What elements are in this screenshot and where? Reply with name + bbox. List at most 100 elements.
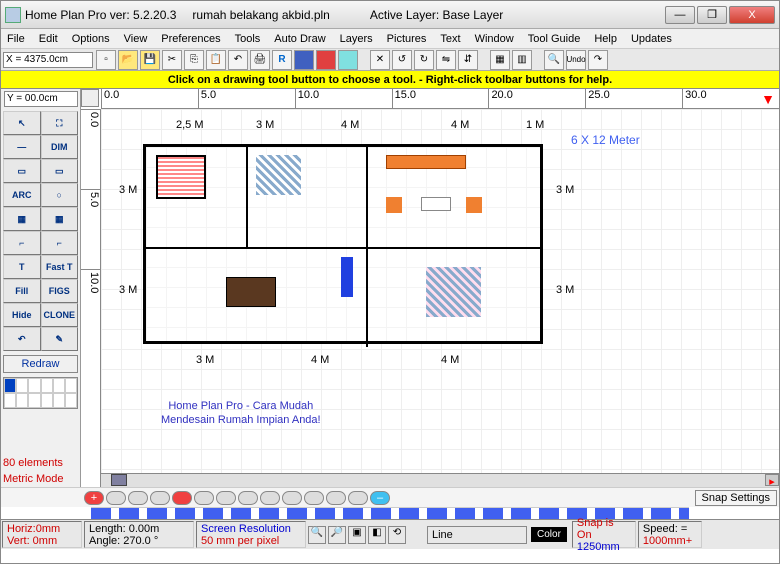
- zoom-out-icon[interactable]: 🔎: [328, 526, 346, 544]
- tool-figs[interactable]: FIGS: [41, 279, 79, 303]
- layer-btn-6[interactable]: [216, 491, 236, 505]
- dimension-label: 6 X 12 Meter: [571, 133, 640, 147]
- layer-btn-9[interactable]: [282, 491, 302, 505]
- zoom-in-icon[interactable]: 🔍: [308, 526, 326, 544]
- tool-corner1[interactable]: ⌐: [3, 231, 41, 255]
- tool-grid1[interactable]: ▦: [3, 207, 41, 231]
- drawing-canvas[interactable]: 0.05.010.015.020.025.030.0 ▼ 0.05.010.0 …: [81, 89, 779, 487]
- tool-rect2[interactable]: ▭: [41, 159, 79, 183]
- tool-text[interactable]: T: [3, 255, 41, 279]
- layer-btn-10[interactable]: [304, 491, 324, 505]
- menu-file[interactable]: File: [7, 33, 25, 45]
- toolbar-open-icon[interactable]: 📂: [118, 50, 138, 70]
- menu-updates[interactable]: Updates: [631, 33, 672, 45]
- hint-bar: Click on a drawing tool button to choose…: [1, 71, 779, 89]
- toolbar-blue-icon[interactable]: [294, 50, 314, 70]
- menu-tools[interactable]: Tools: [235, 33, 261, 45]
- layer-btn-11[interactable]: [326, 491, 346, 505]
- tool-line[interactable]: —: [3, 135, 41, 159]
- tool-dim[interactable]: DIM: [41, 135, 79, 159]
- maximize-button[interactable]: ❐: [697, 6, 727, 24]
- toolbar-print-icon[interactable]: 🖨: [250, 50, 270, 70]
- layer-btn-5[interactable]: [194, 491, 214, 505]
- tool-fasttext[interactable]: Fast T: [41, 255, 79, 279]
- menu-autodraw[interactable]: Auto Draw: [274, 33, 325, 45]
- metric-mode: Metric Mode: [1, 471, 80, 487]
- line-style-select[interactable]: Line: [427, 526, 527, 544]
- toolbar-save-icon[interactable]: 💾: [140, 50, 160, 70]
- menu-text[interactable]: Text: [440, 33, 460, 45]
- app-icon: [5, 7, 21, 23]
- toolbar-rotate-l-icon[interactable]: ↺: [392, 50, 412, 70]
- toolbar-flip-v-icon[interactable]: ⇵: [458, 50, 478, 70]
- tool-grid2[interactable]: ▦: [41, 207, 79, 231]
- layer-btn-4[interactable]: [172, 491, 192, 505]
- minimize-button[interactable]: —: [665, 6, 695, 24]
- toolbar-delete-icon[interactable]: ✕: [370, 50, 390, 70]
- toolbar-grid1-icon[interactable]: ▦: [490, 50, 510, 70]
- tool-clone[interactable]: CLONE: [41, 303, 79, 327]
- wall-v2: [366, 147, 368, 347]
- layer-add-button[interactable]: +: [84, 491, 104, 505]
- horizontal-scrollbar[interactable]: ▸: [101, 473, 779, 487]
- scrollbar-right-arrow-icon[interactable]: ▸: [765, 474, 779, 486]
- zoom-fit-icon[interactable]: ▣: [348, 526, 366, 544]
- furniture-table-small: [421, 197, 451, 211]
- layer-btn-8[interactable]: [260, 491, 280, 505]
- toolbar-undo-icon[interactable]: ↶: [228, 50, 248, 70]
- toolbar-flip-h-icon[interactable]: ⇋: [436, 50, 456, 70]
- scrollbar-thumb[interactable]: [111, 474, 127, 486]
- toolbar-cyan-icon[interactable]: [338, 50, 358, 70]
- layer-btn-1[interactable]: [106, 491, 126, 505]
- toolbar-copy-icon[interactable]: ⎘: [184, 50, 204, 70]
- menu-view[interactable]: View: [124, 33, 148, 45]
- layers-row: + – Snap Settings: [1, 487, 779, 507]
- color-palette[interactable]: [3, 377, 78, 409]
- layer-btn-12[interactable]: [348, 491, 368, 505]
- toolbar-zoom-icon[interactable]: 🔍: [544, 50, 564, 70]
- zoom-extents-icon[interactable]: ◧: [368, 526, 386, 544]
- toolbar-redo-icon[interactable]: ↷: [588, 50, 608, 70]
- menu-options[interactable]: Options: [72, 33, 110, 45]
- menu-window[interactable]: Window: [475, 33, 514, 45]
- layer-btn-3[interactable]: [150, 491, 170, 505]
- close-button[interactable]: X: [729, 6, 775, 24]
- furniture-closet: [156, 155, 206, 199]
- layer-remove-button[interactable]: –: [370, 491, 390, 505]
- menu-pictures[interactable]: Pictures: [387, 33, 427, 45]
- tool-undo[interactable]: ↶: [3, 327, 41, 351]
- menu-edit[interactable]: Edit: [39, 33, 58, 45]
- tool-marquee[interactable]: ⛶: [41, 111, 79, 135]
- tool-rect1[interactable]: ▭: [3, 159, 41, 183]
- snap-settings-button[interactable]: Snap Settings: [695, 490, 778, 506]
- layer-btn-7[interactable]: [238, 491, 258, 505]
- toolbar-new-icon[interactable]: ▫: [96, 50, 116, 70]
- tool-hide[interactable]: Hide: [3, 303, 41, 327]
- tool-pencil[interactable]: ✎: [41, 327, 79, 351]
- menu-toolguide[interactable]: Tool Guide: [528, 33, 581, 45]
- menu-preferences[interactable]: Preferences: [161, 33, 220, 45]
- toolbar-grid2-icon[interactable]: ▥: [512, 50, 532, 70]
- toolbar-rotate-r-icon[interactable]: ↻: [414, 50, 434, 70]
- toolbar-paste-icon[interactable]: 📋: [206, 50, 226, 70]
- layer-btn-2[interactable]: [128, 491, 148, 505]
- tool-corner2[interactable]: ⌐: [41, 231, 79, 255]
- tool-fill[interactable]: Fill: [3, 279, 41, 303]
- furniture-door: [341, 257, 353, 297]
- menu-help[interactable]: Help: [594, 33, 617, 45]
- redraw-button[interactable]: Redraw: [3, 355, 78, 373]
- menu-layers[interactable]: Layers: [340, 33, 373, 45]
- tool-circle[interactable]: ○: [41, 183, 79, 207]
- tool-select[interactable]: ↖: [3, 111, 41, 135]
- toolbar-r-icon[interactable]: R: [272, 50, 292, 70]
- color-button[interactable]: Color: [531, 527, 567, 542]
- toolbar-red-icon[interactable]: [316, 50, 336, 70]
- status-speed2: 1000mm+: [643, 535, 697, 547]
- tool-arc[interactable]: ARC: [3, 183, 41, 207]
- toolbar-undo2-icon[interactable]: Undo: [566, 50, 586, 70]
- toolbar-cut-icon[interactable]: ✂: [162, 50, 182, 70]
- dim-top3: 4 M: [341, 119, 359, 131]
- ruler-marker-icon: ▼: [761, 91, 775, 107]
- zoom-reset-icon[interactable]: ⟲: [388, 526, 406, 544]
- active-layer: Active Layer: Base Layer: [370, 8, 503, 22]
